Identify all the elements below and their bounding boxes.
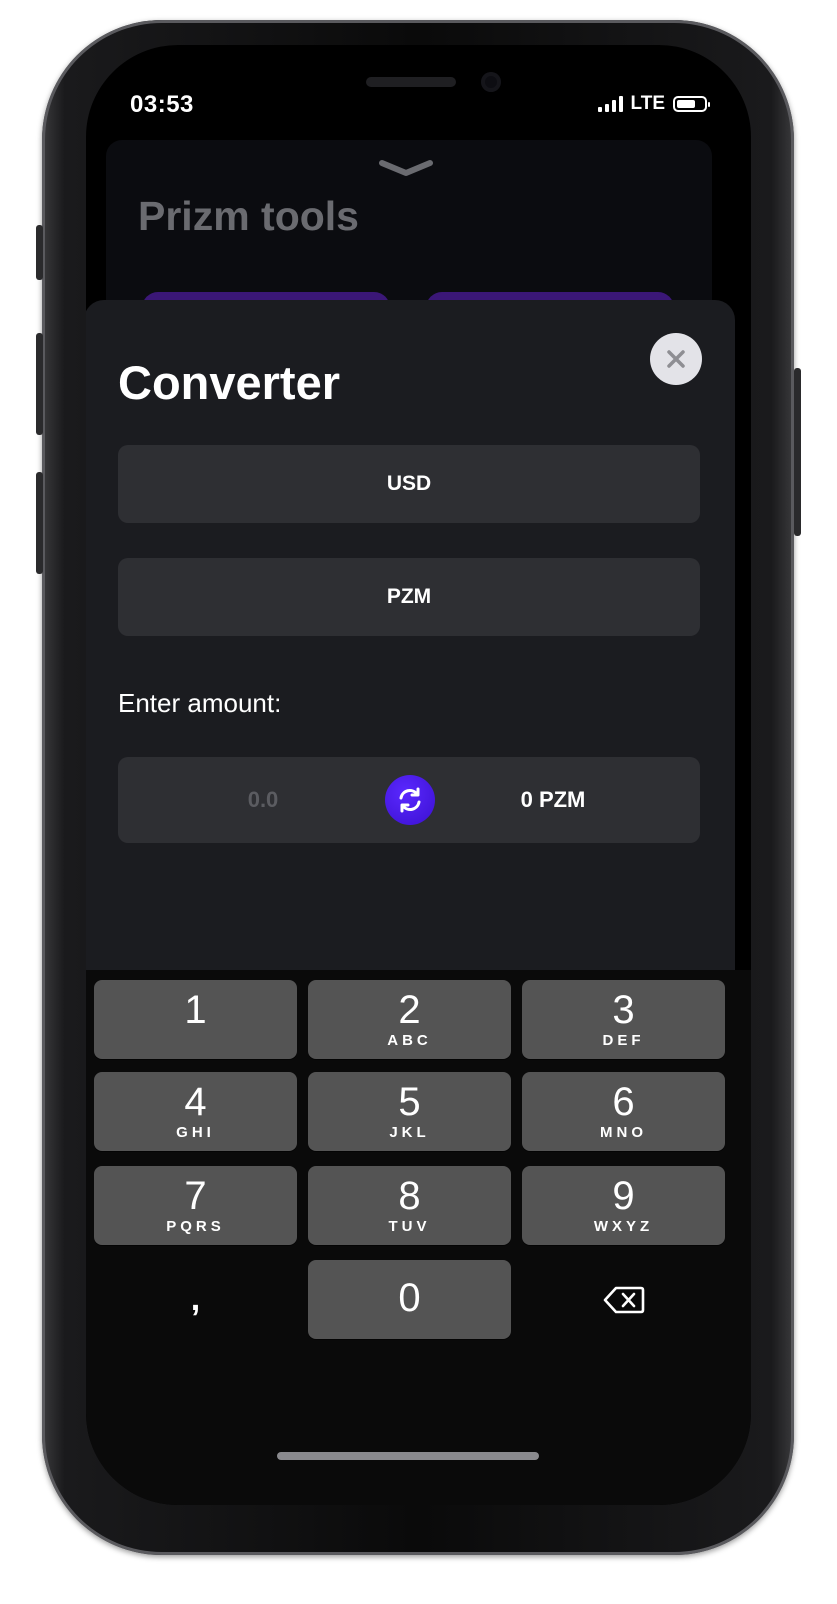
key-digit: 9 bbox=[612, 1174, 635, 1218]
status-indicators: LTE bbox=[597, 93, 710, 115]
speaker bbox=[366, 77, 456, 87]
backspace-icon bbox=[603, 1286, 644, 1313]
converter-modal: Converter USD PZM Enter amount: 0.0 0 PZ… bbox=[86, 300, 735, 1000]
modal-title: Converter bbox=[118, 356, 341, 409]
chevron-down-icon[interactable] bbox=[376, 157, 436, 179]
key-digit: 6 bbox=[612, 1080, 635, 1124]
key-3[interactable]: 3 DEF bbox=[522, 980, 725, 1059]
key-2[interactable]: 2 ABC bbox=[308, 980, 511, 1059]
amount-row: 0.0 0 PZM bbox=[118, 757, 700, 843]
key-9[interactable]: 9 WXYZ bbox=[522, 1166, 725, 1245]
key-letters: JKL bbox=[389, 1124, 430, 1141]
key-digit: 3 bbox=[612, 988, 635, 1032]
key-1[interactable]: 1 bbox=[94, 980, 297, 1059]
swap-button[interactable] bbox=[385, 775, 435, 825]
key-4[interactable]: 4 GHI bbox=[94, 1072, 297, 1151]
key-5[interactable]: 5 JKL bbox=[308, 1072, 511, 1151]
silent-switch bbox=[36, 225, 43, 280]
to-currency-select[interactable]: PZM bbox=[118, 558, 700, 636]
swap-icon bbox=[399, 787, 421, 813]
volume-up-button bbox=[36, 333, 43, 435]
close-icon bbox=[667, 350, 685, 368]
power-button bbox=[794, 368, 801, 536]
network-label: LTE bbox=[630, 93, 665, 114]
key-letters: DEF bbox=[602, 1032, 645, 1049]
enter-amount-label: Enter amount: bbox=[118, 688, 282, 718]
key-digit: 7 bbox=[184, 1174, 207, 1218]
home-indicator[interactable] bbox=[277, 1452, 539, 1460]
key-letters: ABC bbox=[387, 1032, 432, 1049]
amount-input[interactable]: 0.0 bbox=[208, 757, 318, 843]
key-letters: GHI bbox=[176, 1124, 215, 1141]
front-camera bbox=[481, 72, 501, 92]
key-digit: 5 bbox=[398, 1080, 421, 1124]
volume-down-button bbox=[36, 472, 43, 574]
background-title: Prizm tools bbox=[138, 193, 359, 239]
key-digit: 1 bbox=[184, 988, 207, 1032]
key-comma[interactable]: , bbox=[94, 1260, 297, 1339]
key-digit: 4 bbox=[184, 1080, 207, 1124]
converted-result: 0 PZM bbox=[520, 787, 586, 812]
key-digit: 2 bbox=[398, 988, 421, 1032]
key-6[interactable]: 6 MNO bbox=[522, 1072, 725, 1151]
key-letters: WXYZ bbox=[593, 1218, 654, 1235]
numeric-keyboard: 1 2 ABC 3 DEF 4 GHI 5 JKL 6 MNO 7 PQRS 8 bbox=[86, 970, 751, 1505]
close-button[interactable] bbox=[650, 333, 702, 385]
key-letters: PQRS bbox=[166, 1218, 225, 1235]
key-7[interactable]: 7 PQRS bbox=[94, 1166, 297, 1245]
signal-icon bbox=[597, 96, 623, 112]
delete-key[interactable] bbox=[522, 1260, 725, 1339]
status-time: 03:53 bbox=[130, 91, 194, 118]
key-digit: 8 bbox=[398, 1174, 421, 1218]
battery-icon bbox=[673, 96, 710, 112]
phone-screen: 03:53 LTE Prizm tools Converter USD PZM … bbox=[86, 45, 751, 1505]
key-0[interactable]: 0 bbox=[308, 1260, 511, 1339]
key-letters: TUV bbox=[388, 1218, 431, 1235]
key-letters: MNO bbox=[600, 1124, 647, 1141]
key-digit: 0 bbox=[398, 1276, 421, 1320]
key-8[interactable]: 8 TUV bbox=[308, 1166, 511, 1245]
from-currency-select[interactable]: USD bbox=[118, 445, 700, 523]
